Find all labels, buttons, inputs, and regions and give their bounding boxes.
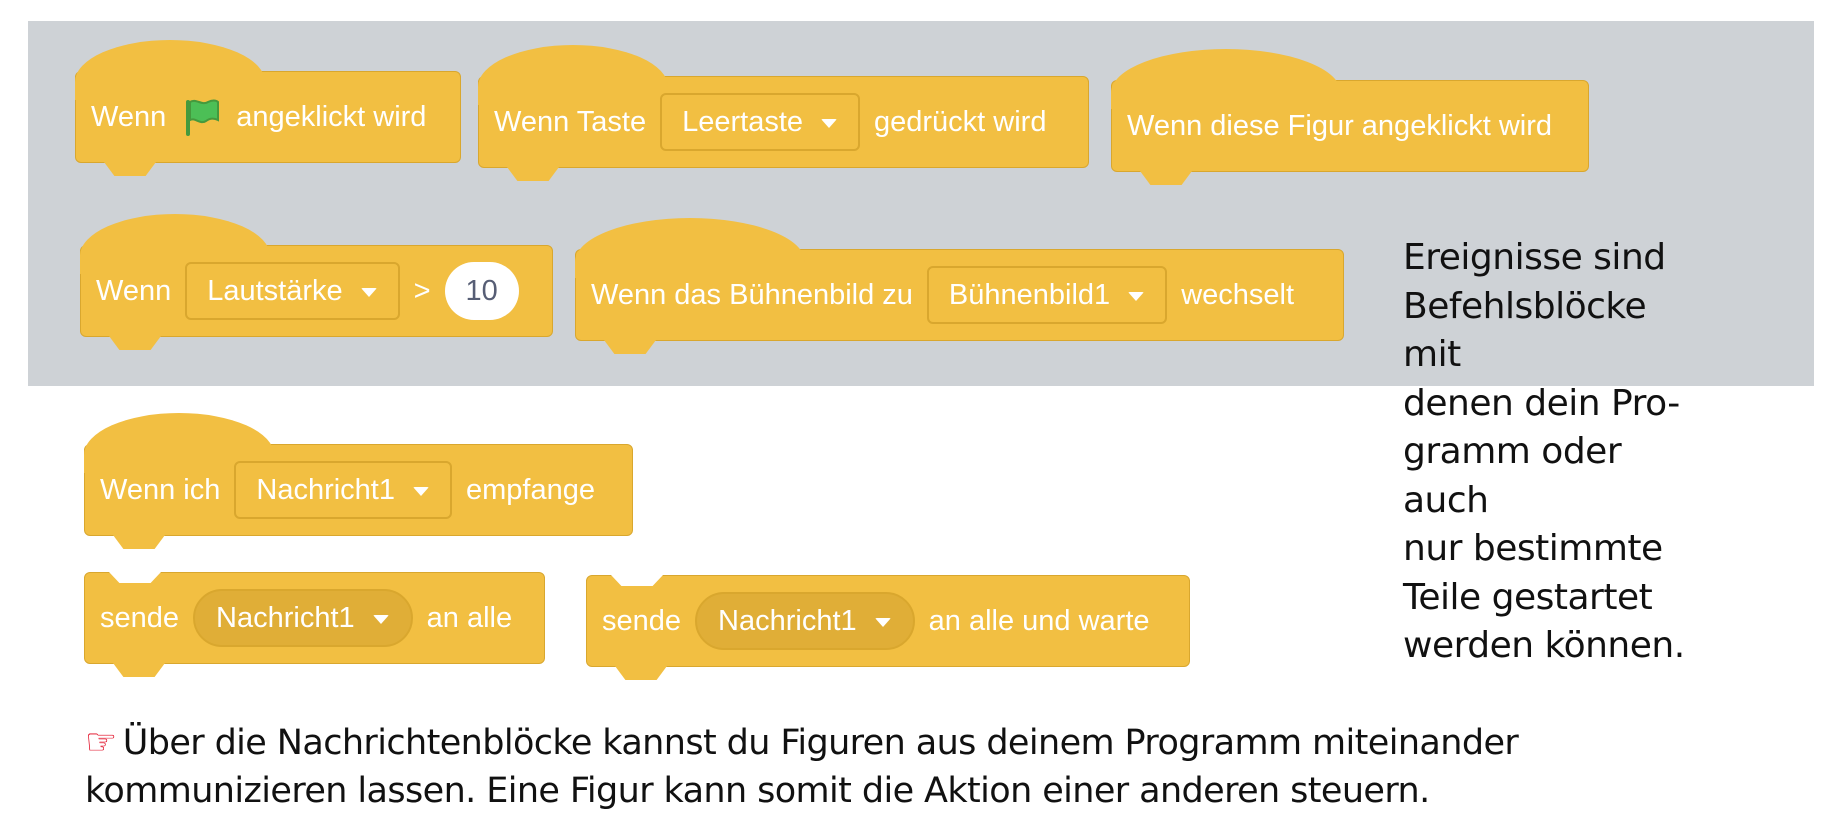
chevron-down-icon bbox=[360, 287, 377, 297]
tip-line: ☞ Über die Nachrichtenblöcke kannst du Fi… bbox=[85, 719, 1685, 767]
description-line: werden können. bbox=[1403, 625, 1685, 666]
broadcast-and-wait-block[interactable]: sende Nachricht1 an alle und warte bbox=[586, 575, 1190, 680]
green-flag-icon bbox=[186, 99, 220, 136]
pointing-hand-icon: ☞ bbox=[85, 722, 117, 763]
when-loudness-block[interactable]: Wenn Lautstärke > 10 bbox=[80, 214, 553, 350]
block-text: an alle und warte bbox=[928, 604, 1150, 637]
when-backdrop-switches-block[interactable]: Wenn das Bühnenbild zu Bühnenbild1 wechs… bbox=[575, 218, 1344, 354]
message-dropdown[interactable]: Nachricht1 bbox=[234, 461, 452, 519]
block-bottom-tab bbox=[113, 535, 165, 549]
block-top-notch bbox=[611, 575, 663, 586]
dropdown-value: Bühnenbild1 bbox=[948, 278, 1111, 311]
block-text: sende bbox=[602, 604, 682, 637]
chevron-down-icon bbox=[874, 617, 891, 627]
description-line: gramm oder auch bbox=[1403, 431, 1622, 521]
tip-paragraph: ☞ Über die Nachrichtenblöcke kannst du Fi… bbox=[85, 719, 1685, 815]
block-text: an alle bbox=[426, 601, 513, 634]
block-text: Wenn bbox=[91, 100, 167, 133]
when-key-pressed-block[interactable]: Wenn Taste Leertaste gedrückt wird bbox=[478, 45, 1089, 181]
tip-line: kommunizieren lassen. Eine Figur kann so… bbox=[85, 771, 1430, 811]
chevron-down-icon bbox=[1128, 291, 1145, 301]
block-text: Wenn Taste bbox=[494, 105, 647, 138]
chevron-down-icon bbox=[413, 486, 429, 496]
tip-line-text: Über die Nachrichtenblöcke kannst du Fig… bbox=[122, 723, 1519, 763]
block-text: gedrückt wird bbox=[874, 105, 1047, 138]
sensor-dropdown[interactable]: Lautstärke bbox=[185, 262, 400, 320]
block-top-notch bbox=[109, 572, 161, 583]
dropdown-value: Nachricht1 bbox=[216, 601, 355, 634]
broadcast-block[interactable]: sende Nachricht1 an alle bbox=[84, 572, 545, 677]
when-flag-clicked-block[interactable]: Wenn angeklickt wird bbox=[75, 40, 461, 176]
description-line: Ereignisse sind bbox=[1403, 237, 1666, 278]
message-dropdown[interactable]: Nachricht1 bbox=[695, 592, 915, 650]
block-bottom-tab bbox=[113, 663, 165, 677]
backdrop-dropdown[interactable]: Bühnenbild1 bbox=[926, 266, 1168, 324]
chevron-down-icon bbox=[372, 614, 389, 624]
block-text: Wenn bbox=[96, 274, 172, 307]
when-sprite-clicked-block[interactable]: Wenn diese Figur angeklickt wird bbox=[1111, 49, 1589, 185]
dropdown-value: Nachricht1 bbox=[718, 604, 857, 637]
block-text: empfange bbox=[466, 473, 595, 506]
key-dropdown[interactable]: Leertaste bbox=[660, 93, 861, 151]
dropdown-value: Lautstärke bbox=[207, 274, 343, 307]
events-description: Ereignisse sind Befehlsblöcke mit denen … bbox=[1403, 234, 1713, 671]
message-dropdown[interactable]: Nachricht1 bbox=[193, 589, 413, 647]
block-text: angeklickt wird bbox=[236, 100, 427, 133]
operator-text: > bbox=[413, 274, 431, 307]
dropdown-value: Leertaste bbox=[682, 105, 804, 138]
block-text: Wenn diese Figur angeklickt wird bbox=[1127, 109, 1552, 142]
block-text: Wenn ich bbox=[100, 473, 221, 506]
dropdown-value: Nachricht1 bbox=[256, 473, 395, 506]
block-bottom-tab bbox=[615, 666, 667, 680]
block-text: sende bbox=[100, 601, 180, 634]
description-line: Befehlsblöcke mit bbox=[1403, 285, 1647, 376]
threshold-input[interactable]: 10 bbox=[444, 262, 519, 320]
description-line: Teile gestartet bbox=[1403, 576, 1653, 618]
description-line: denen dein Pro- bbox=[1403, 382, 1680, 424]
chevron-down-icon bbox=[821, 118, 838, 128]
threshold-value: 10 bbox=[465, 274, 498, 307]
block-text: wechselt bbox=[1181, 278, 1295, 311]
when-i-receive-block[interactable]: Wenn ich Nachricht1 empfange bbox=[84, 413, 633, 549]
block-text: Wenn das Bühnenbild zu bbox=[591, 278, 913, 311]
description-line: nur bestimmte bbox=[1403, 528, 1663, 569]
